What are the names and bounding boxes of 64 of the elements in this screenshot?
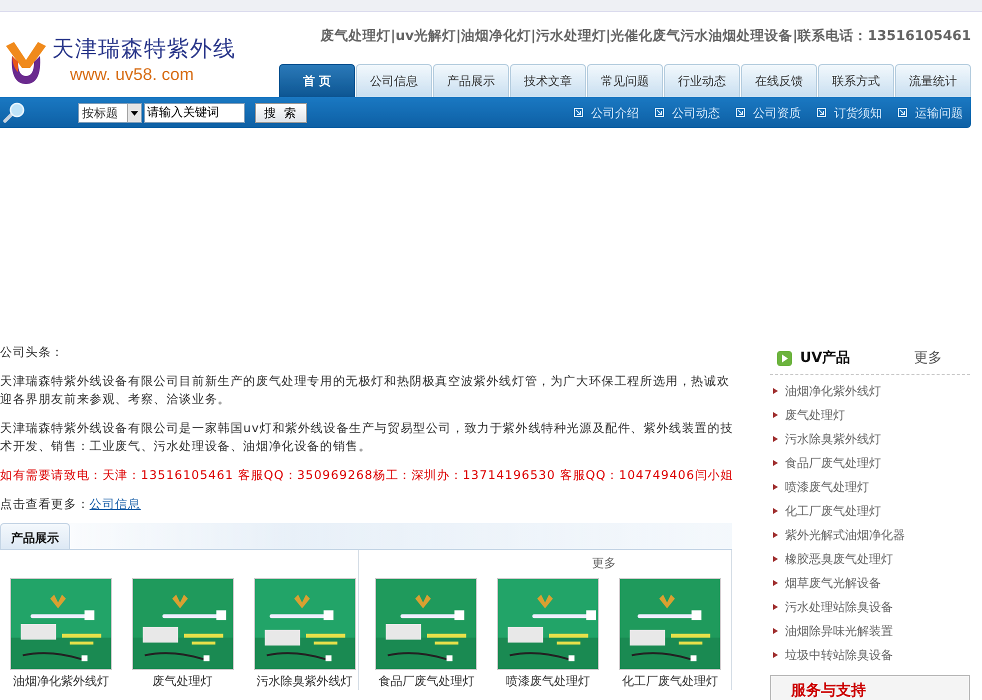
contact-info: 如有需要请致电：天津：13516105461 客服QQ：350969268杨工：深圳办：13714196530 客服QQ：104749406闫小姐 [0, 466, 734, 484]
bullet-icon [773, 628, 778, 634]
news-paragraph: 天津瑞森特紫外线设备有限公司是一家韩国uv灯和紫外线设备生产与贸易型公司，致力于紫外线特种光源及配件、紫外线装置的技术开发、销售：工业废气、污水处理设备、油烟净化设备的销售。 [0, 420, 734, 456]
bullet-icon [773, 556, 778, 562]
bullet-icon [773, 388, 778, 394]
sidebar-link[interactable]: 紫外光解式油烟净化器 [770, 523, 970, 547]
news-heading: 公司头条： [0, 344, 65, 361]
product-caption[interactable]: 废气处理灯 [152, 672, 213, 690]
nav-tab[interactable]: 在线反馈 [741, 64, 817, 97]
nav-tab[interactable]: 行业动态 [664, 64, 740, 97]
quick-link[interactable]: 运输问题 [898, 104, 963, 122]
support-header: 服务与支持 [770, 675, 970, 700]
nav-tab[interactable]: 联系方式 [818, 64, 894, 97]
tagline: 废气处理灯|uv光解灯|油烟净化灯|污水处理灯|光催化废气污水油烟处理设备|联系电话：13516105461 [320, 27, 971, 46]
sidebar-link[interactable]: 化工厂废气处理灯 [770, 499, 970, 523]
sidebar-link[interactable]: 污水处理站除臭设备 [770, 595, 970, 619]
search-icon [2, 102, 26, 124]
nav-tab[interactable]: 公司信息 [356, 64, 432, 97]
logo-title: 天津瑞森特紫外线 [52, 38, 236, 62]
more-link[interactable]: 公司信息 [90, 496, 141, 511]
search-button[interactable]: 搜 索 [255, 102, 307, 122]
quick-link[interactable]: 公司介绍 [574, 104, 639, 122]
sidebar-link[interactable]: 橡胶恶臭废气处理灯 [770, 547, 970, 571]
logo-url: www. uv58. com [70, 64, 195, 86]
bullet-icon [773, 436, 778, 442]
sidebar-link[interactable]: 食品厂废气处理灯 [770, 451, 970, 475]
sidebar-link[interactable]: 油烟除异味光解装置 [770, 619, 970, 643]
sidebar-link[interactable]: 污水除臭紫外线灯 [770, 427, 970, 451]
section-tab[interactable]: 产品展示 [0, 523, 70, 550]
sidebar-link[interactable]: 油烟净化紫外线灯 [770, 379, 970, 403]
product-caption[interactable]: 油烟净化紫外线灯 [12, 672, 109, 690]
nav-tab[interactable]: 流量统计 [895, 64, 971, 97]
product-caption[interactable]: 污水除臭紫外线灯 [256, 672, 353, 690]
bullet-icon [773, 580, 778, 586]
news-paragraph: 天津瑞森特紫外线设备有限公司目前新生产的废气处理专用的无极灯和热阴极真空波紫外线灯管，为广大环保工程所选用，热诚欢迎各界朋友前来参观、考察、洽谈业务。 [0, 372, 731, 408]
sidebar-link[interactable]: 垃圾中转站除臭设备 [770, 643, 970, 667]
bullet-icon [773, 604, 778, 610]
caret-icon [127, 104, 141, 122]
bullet-icon [773, 652, 778, 658]
bullet-icon [773, 508, 778, 514]
nav-tab[interactable]: 常见问题 [587, 64, 663, 97]
more-link[interactable]: 更多 [914, 348, 942, 369]
sidebar-link[interactable]: 烟草废气光解设备 [770, 571, 970, 595]
nav-tab[interactable]: 首 页 [279, 64, 355, 97]
scope-dropdown[interactable]: 按标题 [78, 102, 142, 122]
sidebar-link[interactable]: 喷漆废气处理灯 [770, 475, 970, 499]
product-caption[interactable]: 化工厂废气处理灯 [622, 672, 718, 690]
more-link[interactable]: 更多 [592, 554, 616, 572]
bullet-icon [773, 460, 778, 466]
nav-tab[interactable]: 产品展示 [433, 64, 509, 97]
sidebar-link[interactable]: 废气处理灯 [770, 403, 970, 427]
bullet-icon [773, 532, 778, 538]
quick-link[interactable]: 公司动态 [655, 104, 720, 122]
bullet-icon [773, 412, 778, 418]
sidebar-title: UV产品 [800, 349, 850, 368]
quick-link[interactable]: 订货须知 [817, 104, 882, 122]
search-field[interactable]: 请输入关键词 [144, 102, 245, 122]
bullet-icon [773, 484, 778, 490]
product-caption[interactable]: 喷漆废气处理灯 [506, 672, 590, 690]
product-caption[interactable]: 食品厂废气处理灯 [378, 672, 474, 690]
nav-tab[interactable]: 技术文章 [510, 64, 586, 97]
quick-link[interactable]: 公司资质 [736, 104, 801, 122]
play-icon [777, 351, 792, 366]
more-label: 点击查看更多： [0, 496, 90, 511]
